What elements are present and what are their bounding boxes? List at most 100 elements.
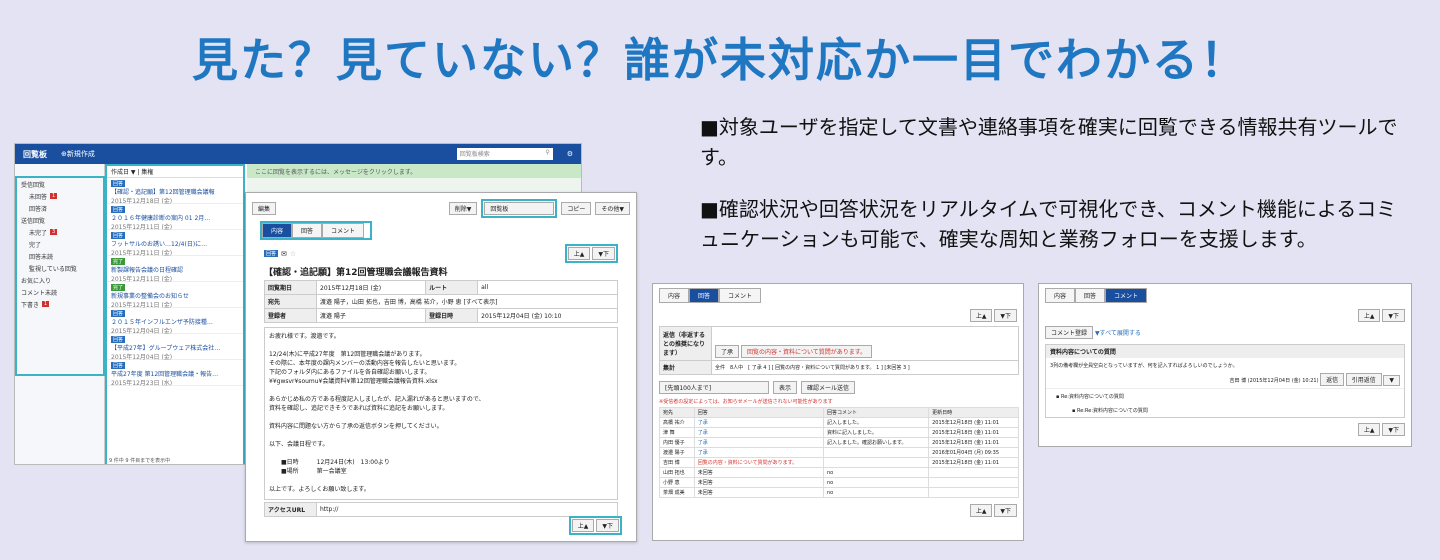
table-row: 渡邉 陽子 了承 2016年01月04日 (月) 09:35 [659,447,1019,458]
reply-button[interactable]: 返信 [1320,373,1345,386]
body-line: お疲れ様です。渡邉です。 [269,333,340,340]
bullet-2: ■確認状況や回答状況をリアルタイムで可視化でき、コメント機能によるコミュニケーシ… [700,197,1397,251]
thread-item[interactable]: ▪ Re:Re:資料内容についての質問 [1046,404,1404,417]
table-cell: 津 舞 [659,427,695,438]
expand-link[interactable]: ▼すべて展開する [1095,330,1141,337]
table-cell: 2016年01月04日 (月) 09:35 [928,447,1019,458]
url-label: アクセスURL [264,502,317,517]
reply-panel: 内容 回答 コメント 上▲ ▼下 返信（非返するとの推奨になります） 了承 回覧の… [652,283,1024,541]
body-line [269,413,613,422]
table-cell: no [822,487,930,498]
other-button[interactable]: その他▼ [595,202,630,215]
column-header: 宛先 [659,407,695,418]
tab-reply[interactable]: 回答 [689,288,720,303]
table-cell: 未回答 [693,477,824,488]
table-row: 津 舞了承 資料に記入しました。 2015年12月18日 (金) 11:01 [659,427,1019,438]
description: ■対象ユーザを指定して文書や連絡事項を確実に回覧できる情報共有ツールです。 ■確… [700,112,1400,276]
question-button[interactable]: 回覧の内容・資料について質問があります。 [740,345,873,358]
column-header: 回答コメント [822,407,930,418]
copy-button[interactable]: コピー [561,202,592,215]
tab-content[interactable]: 内容 [1045,288,1076,303]
table-cell [822,457,930,468]
comment-panel: 内容 回答 コメント 上▲ ▼下 コメント登録 ▼すべて展開する 資料内容につい… [1038,283,1412,447]
table-cell: 記入しました。確認お願いします。 [822,437,930,448]
table-cell: 茶畑 成美 [659,487,695,498]
gear-icon[interactable]: ⚙ [567,150,573,158]
body-line: ■場所 第一会議室 [269,468,347,475]
app-header: 回覧板 ⊕新規作成 回覧板検索 ⚲ ⚙ [15,144,581,164]
table-cell: 了承 [693,447,824,458]
body-line: 12/24(木)に平成27年度 第12回管理職会議があります。 [269,351,426,358]
table-cell: no [822,467,930,478]
table-cell: 高橋 祐介 [659,417,695,428]
new-button[interactable]: ⊕新規作成 [61,149,95,159]
dropdown-button[interactable]: ▼ [1383,375,1400,386]
show-button[interactable]: 表示 [773,381,798,394]
tab-comment[interactable]: コメント [322,223,365,238]
sidebar: 受信回覧 未回答 1 回答済 送信回覧 未完了 3 完了 回答未読 監視している回覧 お気に入り コメ… [15,164,105,464]
message-list: 作成日 ▼ | 集権 回答 【確認・追記願】第12回管理職会議報 2015年12月1… [105,164,245,464]
table-cell: no [822,477,930,488]
reply-label: 返信（非返するとの推奨になります） [659,326,712,361]
table-cell [928,477,1019,488]
search-icon: ⚲ [545,149,550,156]
quote-button[interactable]: 引用返信 [1345,373,1382,386]
table-row: 高橋 祐介 了承 記入しました。 2015年12月18日 (金) 11:01 [659,417,1019,428]
edit-button[interactable]: 編集 [252,202,277,215]
table-row: 吉田 博回覧の内容・資料について質問があります。 2015年12月18日 (金) … [659,457,1019,468]
tab-content[interactable]: 内容 [659,288,690,303]
down-button[interactable]: ▼下 [592,247,615,260]
body-line: その際に、本年度の課内メンバーの活動内容を報告したいと思います。 [269,360,461,367]
app-title: 回覧板 [23,149,47,159]
headline: 見た？見ていない？誰が未対応か一目でわかる！ [192,33,1248,87]
body-line: 下記のフォルダ内にあるファイルを各自確認お願いします。 [269,369,431,376]
delete-button[interactable]: 削除▼ [448,202,478,215]
body-line [269,476,613,485]
mail-icon[interactable]: ✉ [281,250,287,258]
status-badge: 回答 [264,250,279,257]
table-cell: 小野 恵 [659,477,695,488]
down-button[interactable]: ▼下 [596,519,619,532]
table-row: 内田 優子 了承 記入しました。確認お願いします。 2015年12月18日 (金) 1… [659,437,1019,448]
warning: ※受信者の設定によっては、お知らせメールが送信されない可能性があります [659,399,833,405]
doc-title: 【確認・追記願】第12回管理職会議報告資料 [264,268,448,278]
tab-reply[interactable]: 回答 [1075,288,1106,303]
table-row: 茶畑 成美 未回答 no [659,487,1019,498]
up-button[interactable]: 上▲ [571,519,595,532]
table-cell: 記入しました。 [822,417,930,428]
comment-register-button[interactable]: コメント登録 [1045,326,1094,339]
body-line: 以下、会議日程です。 [269,441,329,448]
tab-content[interactable]: 内容 [262,223,293,238]
board-select[interactable]: 回覧板 [481,199,558,218]
tab-comment[interactable]: コメント [1105,288,1148,303]
thread-item[interactable]: ▪ Re:資料内容についての質問 [1046,388,1404,404]
comment-subject: 資料内容についての質問 [1046,345,1404,358]
body-line [269,386,613,395]
nav-buttons: 上▲ ▼下 [564,244,618,263]
column-header: 更新日時 [928,407,1019,418]
filter-select[interactable]: [先頭100人まで] [659,381,769,394]
body-line [269,449,613,458]
confirm-mail-button[interactable]: 確認メール送信 [801,381,856,394]
document-panel: 編集 削除▼ 回覧板 コピー その他▼ 内容 回答 コメント 回答 ✉ ☆ 上▲… [245,192,637,542]
tab-comment[interactable]: コメント [719,288,762,303]
body-line: ¥¥gwsvr¥soumu¥会議資料¥第12回管理職会議報告資料.xlsx [269,378,438,385]
bullet-1: ■対象ユーザを指定して文書や連絡事項を確実に回覧できる情報共有ツールです。 [700,115,1398,169]
table-cell: 2015年12月18日 (金) 11:01 [928,437,1019,448]
table-cell: 内田 優子 [659,437,695,448]
list-footer: 9 件中 9 件目までを表示中 [109,458,171,464]
body-line: ■日時 12月24日(木) 13:00より [269,459,390,466]
table-cell: 了承 [693,427,824,438]
star-icon[interactable]: ☆ [290,250,296,258]
nav-buttons-bottom: 上▲ ▼下 [568,516,622,535]
table-cell: 山田 拓也 [659,467,695,478]
body-line: 以上です。よろしくお願い致します。 [269,486,370,493]
table-cell: 未回答 [693,467,824,478]
table-cell: 回覧の内容・資料について質問があります。 [693,457,824,468]
search-input[interactable]: 回覧板検索 ⚲ [456,148,553,160]
agree-button[interactable]: 了承 [715,345,740,358]
tab-reply[interactable]: 回答 [292,223,323,238]
url-value[interactable]: http:// [316,502,618,517]
up-button[interactable]: 上▲ [567,247,591,260]
doc-tabs: 内容 回答 コメント [260,221,372,240]
